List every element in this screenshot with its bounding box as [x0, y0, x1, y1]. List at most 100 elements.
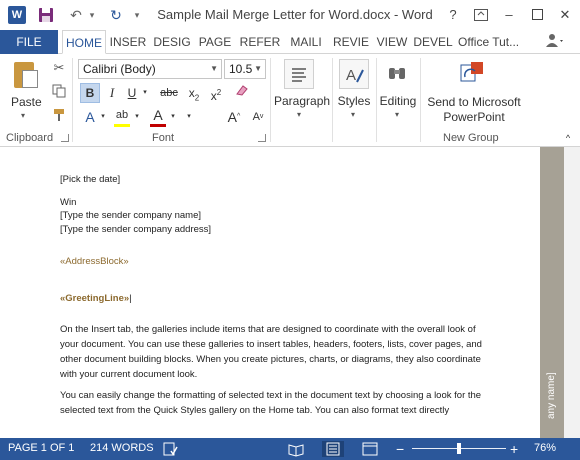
tab-review[interactable]: REVIE [330, 30, 372, 54]
sender-name[interactable]: Win [60, 197, 76, 208]
word-app-icon[interactable]: W [8, 6, 26, 24]
font-name-dropdown-icon[interactable]: ▼ [210, 64, 218, 73]
tab-references[interactable]: REFER [238, 30, 282, 54]
tab-insert[interactable]: INSER [108, 30, 148, 54]
tab-mailings[interactable]: MAILI [284, 30, 328, 54]
font-size-dropdown-icon[interactable]: ▼ [254, 64, 262, 73]
date-placeholder[interactable]: [Pick the date] [60, 174, 120, 185]
highlight-dropdown-icon[interactable]: ▾ [132, 107, 142, 127]
document-page[interactable]: [Pick the date] Win [Type the sender com… [0, 147, 540, 438]
ribbon-display-options-icon[interactable] [468, 4, 494, 26]
font-size-combo[interactable]: 10.5 ▼ [224, 59, 266, 79]
web-layout-icon[interactable] [362, 441, 378, 457]
sender-address-placeholder[interactable]: [Type the sender company address] [60, 224, 211, 235]
superscript-button[interactable]: x2 [206, 83, 226, 103]
undo-dropdown-icon[interactable]: ▾ [86, 5, 98, 25]
bold-button[interactable]: B [80, 83, 100, 103]
side-band-text[interactable]: any name] [546, 372, 557, 419]
user-avatar-icon[interactable] [544, 32, 566, 52]
ribbon-tabs: FILE HOME INSER DESIG PAGE REFER MAILI R… [0, 30, 580, 54]
underline-dropdown-icon[interactable]: ▾ [140, 83, 150, 103]
font-color-button[interactable]: A [148, 105, 168, 125]
send-to-powerpoint-line2: PowerPoint [443, 110, 505, 124]
paragraph-icon[interactable] [284, 59, 314, 89]
status-bar: PAGE 1 OF 1 214 WORDS − + 76% [0, 438, 580, 460]
clear-formatting-icon[interactable] [232, 83, 252, 103]
ribbon: Paste ▾ ✂ Clipboard Calibri (Body) ▼ 10.… [0, 54, 580, 147]
address-block-field[interactable]: «AddressBlock» [60, 256, 129, 267]
print-layout-icon[interactable] [322, 441, 344, 457]
window-title: Sample Mail Merge Letter for Word.docx -… [157, 7, 433, 22]
subscript-digit: 2 [194, 93, 200, 103]
paste-icon[interactable] [12, 60, 40, 90]
change-case-dropdown-icon[interactable]: ▾ [184, 107, 194, 127]
highlight-color-bar [114, 124, 130, 127]
format-painter-icon[interactable] [50, 108, 68, 124]
tab-design[interactable]: DESIG [150, 30, 194, 54]
paste-dropdown-icon[interactable]: ▾ [21, 111, 25, 120]
page-side-decoration: any name] [540, 147, 580, 438]
help-button[interactable]: ? [440, 4, 466, 26]
account-name[interactable]: Office Tut... [458, 30, 519, 54]
binoculars-icon[interactable] [383, 59, 413, 89]
repeat-icon[interactable]: ↻ [106, 5, 126, 25]
subscript-button[interactable]: x2 [184, 83, 204, 103]
editing-dropdown-icon[interactable]: ▾ [395, 110, 399, 119]
new-group-label: New Group [443, 132, 499, 144]
body-paragraph-1[interactable]: On the Insert tab, the galleries include… [60, 322, 492, 382]
send-to-powerpoint-icon[interactable] [458, 59, 488, 89]
font-color-bar [150, 124, 166, 127]
proofing-icon[interactable] [162, 441, 178, 457]
font-color-dropdown-icon[interactable]: ▾ [168, 107, 178, 127]
underline-button[interactable]: U [122, 83, 142, 103]
styles-icon[interactable]: A [339, 59, 369, 89]
font-size-value: 10.5 [229, 62, 253, 76]
grow-font-glyph: A [227, 109, 238, 125]
send-to-powerpoint-line1: Send to Microsoft [427, 95, 521, 109]
collapse-ribbon-icon[interactable]: ^ [558, 128, 578, 148]
grow-font-button[interactable]: A^ [224, 107, 244, 127]
cut-icon[interactable]: ✂ [50, 60, 68, 76]
paragraph-dropdown-icon[interactable]: ▾ [297, 110, 301, 119]
undo-icon[interactable]: ↶ [66, 5, 86, 25]
customize-qat-icon[interactable]: ▾ [130, 5, 144, 25]
word-count[interactable]: 214 WORDS [90, 442, 154, 454]
paste-button[interactable]: Paste [11, 95, 42, 109]
zoom-slider-thumb[interactable] [457, 443, 461, 454]
svg-text:A: A [346, 67, 356, 84]
tab-page-layout[interactable]: PAGE [196, 30, 234, 54]
zoom-out-button[interactable]: − [396, 440, 404, 458]
font-group-label: Font [152, 132, 175, 144]
superscript-digit: 2 [216, 88, 222, 97]
font-name-combo[interactable]: Calibri (Body) ▼ [78, 59, 222, 79]
paragraph-button[interactable]: Paragraph [274, 94, 330, 108]
font-launcher-icon[interactable] [258, 134, 266, 142]
tab-home[interactable]: HOME [62, 30, 106, 54]
body-paragraph-2[interactable]: You can easily change the formatting of … [60, 388, 492, 418]
tab-file[interactable]: FILE [0, 30, 58, 54]
copy-icon[interactable] [50, 84, 68, 100]
tab-developer[interactable]: DEVEL [412, 30, 454, 54]
text-effects-button[interactable]: A [80, 107, 100, 127]
styles-dropdown-icon[interactable]: ▾ [351, 110, 355, 119]
text-effects-dropdown-icon[interactable]: ▾ [98, 107, 108, 127]
close-button[interactable]: ✕ [552, 4, 578, 26]
save-icon[interactable] [36, 5, 56, 25]
tab-view[interactable]: VIEW [374, 30, 410, 54]
editing-button[interactable]: Editing [376, 94, 420, 108]
highlight-button[interactable]: ab [112, 105, 132, 125]
clipboard-launcher-icon[interactable] [61, 134, 69, 142]
sender-company-placeholder[interactable]: [Type the sender company name] [60, 210, 201, 221]
italic-button[interactable]: I [102, 83, 122, 103]
send-to-powerpoint-button[interactable]: Send to Microsoft PowerPoint [424, 95, 524, 125]
minimize-button[interactable]: – [496, 4, 522, 26]
shrink-font-button[interactable]: Av [248, 107, 268, 127]
greeting-line-field[interactable]: «GreetingLine»| [60, 293, 132, 304]
read-mode-icon[interactable] [288, 441, 304, 457]
zoom-in-button[interactable]: + [510, 440, 518, 458]
maximize-button[interactable] [524, 4, 550, 26]
styles-button[interactable]: Styles [334, 94, 374, 108]
strikethrough-button[interactable]: abc [156, 83, 182, 103]
page-count[interactable]: PAGE 1 OF 1 [8, 442, 74, 454]
zoom-level[interactable]: 76% [534, 442, 556, 454]
